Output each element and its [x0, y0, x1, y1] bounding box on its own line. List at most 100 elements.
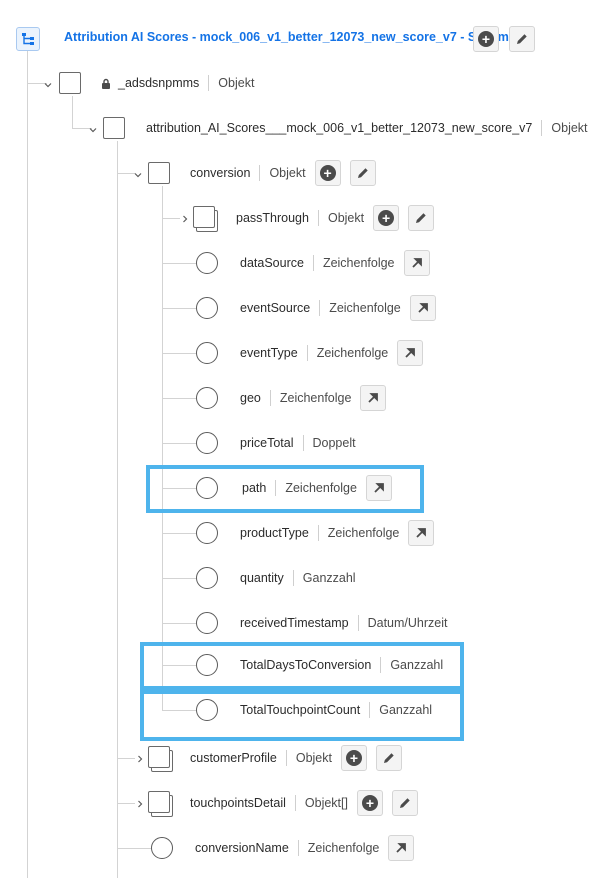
node-type: Ganzzahl: [390, 658, 444, 672]
field-icon: [196, 522, 218, 544]
divider: [306, 345, 308, 361]
tree-line: [162, 578, 196, 579]
add-icon: +: [378, 210, 395, 226]
tree-line: [27, 50, 28, 878]
edit-button[interactable]: [391, 790, 418, 816]
add-field-button[interactable]: +: [373, 205, 400, 231]
tree-line: [117, 848, 151, 849]
divider: [208, 75, 210, 91]
add-icon: +: [319, 165, 336, 181]
node-type: Zeichenfolge: [279, 391, 352, 405]
divider: [541, 120, 543, 136]
chevron-down-icon[interactable]: [43, 80, 53, 90]
open-button[interactable]: [403, 250, 430, 276]
tree-line: [162, 443, 196, 444]
edit-icon: [399, 798, 410, 808]
tree-line: [72, 96, 73, 128]
open-in-icon: [374, 483, 384, 493]
tree-node-quantity[interactable]: quantity Ganzzahl: [240, 563, 356, 593]
field-icon: [151, 837, 173, 859]
tree-node-conversion[interactable]: conversion Objekt +: [190, 158, 376, 188]
open-in-icon: [396, 843, 407, 853]
edit-icon: [517, 34, 527, 44]
node-type: Objekt: [295, 751, 332, 765]
field-icon: [196, 252, 218, 274]
add-field-button[interactable]: +: [473, 26, 499, 52]
field-icon: [196, 432, 218, 454]
schema-icon[interactable]: [16, 27, 40, 51]
tree-line: [117, 141, 118, 878]
divider: [312, 255, 314, 271]
open-button[interactable]: [388, 835, 415, 861]
edit-button[interactable]: [349, 160, 376, 186]
tree-line: [162, 218, 180, 219]
tree-line: [162, 186, 163, 711]
chevron-right-icon[interactable]: [135, 799, 145, 809]
add-icon: +: [361, 795, 378, 811]
tree-line: [162, 263, 196, 264]
tree-line: [162, 623, 196, 624]
tree-node-passThrough[interactable]: passThrough Objekt +: [236, 203, 435, 233]
open-button[interactable]: [397, 340, 424, 366]
tree-node-eventType[interactable]: eventType Zeichenfolge: [240, 338, 424, 368]
node-name: geo: [240, 391, 261, 405]
tree-node-path[interactable]: path Zeichenfolge: [242, 473, 392, 503]
node-name: conversionName: [195, 841, 289, 855]
edit-icon: [383, 753, 394, 763]
node-type: Objekt[]: [304, 796, 348, 810]
divider: [369, 702, 371, 718]
open-button[interactable]: [409, 295, 436, 321]
add-field-button[interactable]: +: [340, 745, 367, 771]
tree-node-customerProfile[interactable]: customerProfile Objekt +: [190, 743, 402, 773]
open-in-icon: [411, 258, 422, 268]
tree-node-touchpointsDetail[interactable]: touchpointsDetail Objekt[] +: [190, 788, 418, 818]
tree-node-receivedTimestamp[interactable]: receivedTimestamp Datum/Uhrzeit: [240, 608, 448, 638]
edit-button[interactable]: [375, 745, 402, 771]
add-field-button[interactable]: +: [314, 160, 341, 186]
tree-node-priceTotal[interactable]: priceTotal Doppelt: [240, 428, 356, 458]
node-name: eventSource: [240, 301, 311, 315]
node-name: customerProfile: [190, 751, 277, 765]
lock-icon: [102, 78, 110, 89]
tree-node-eventSource[interactable]: eventSource Zeichenfolge: [240, 293, 436, 323]
chevron-right-icon[interactable]: [135, 754, 145, 764]
chevron-down-icon[interactable]: [88, 125, 98, 135]
node-name: passThrough: [236, 211, 309, 225]
chevron-down-icon[interactable]: [133, 170, 143, 180]
open-button[interactable]: [360, 385, 387, 411]
node-type: Zeichenfolge: [285, 481, 357, 495]
field-icon: [196, 297, 218, 319]
tree-node-productType[interactable]: productType Zeichenfolge: [240, 518, 435, 548]
chevron-right-icon[interactable]: [180, 214, 190, 224]
open-in-icon: [418, 303, 428, 313]
field-icon: [196, 342, 218, 364]
tree-line: [162, 533, 196, 534]
edit-icon: [416, 213, 426, 223]
node-name: TotalTouchpointCount: [240, 703, 361, 717]
edit-button[interactable]: [509, 26, 535, 52]
field-icon: [196, 387, 218, 409]
object-icon: [148, 162, 170, 184]
tree-node-dataSource[interactable]: dataSource Zeichenfolge: [240, 248, 430, 278]
tree-node-geo[interactable]: geo Zeichenfolge: [240, 383, 387, 413]
tree-node-totalDaysToConversion[interactable]: TotalDaysToConversion Ganzzahl: [240, 650, 443, 680]
tree-node-conversionName[interactable]: conversionName Zeichenfolge: [195, 833, 415, 863]
open-button[interactable]: [365, 475, 392, 501]
tree-node-adsdsnpmms[interactable]: _adsdsnpmms Objekt: [101, 68, 254, 98]
schema-title[interactable]: Attribution AI Scores - mock_006_v1_bett…: [64, 30, 516, 44]
node-name: dataSource: [240, 256, 304, 270]
tree-node-totalTouchpointCount[interactable]: TotalTouchpointCount Ganzzahl: [240, 695, 432, 725]
field-icon: [196, 477, 218, 499]
add-field-button[interactable]: +: [356, 790, 383, 816]
field-icon: [196, 699, 218, 721]
divider: [297, 840, 299, 856]
open-in-icon: [368, 393, 379, 403]
divider: [380, 657, 382, 673]
edit-button[interactable]: [408, 205, 435, 231]
divider: [285, 750, 287, 766]
node-name: eventType: [240, 346, 298, 360]
divider: [357, 615, 359, 631]
tree-node-attribution[interactable]: attribution_AI_Scores___mock_006_v1_bett…: [146, 113, 596, 143]
open-button[interactable]: [408, 520, 435, 546]
add-icon: +: [478, 31, 494, 47]
